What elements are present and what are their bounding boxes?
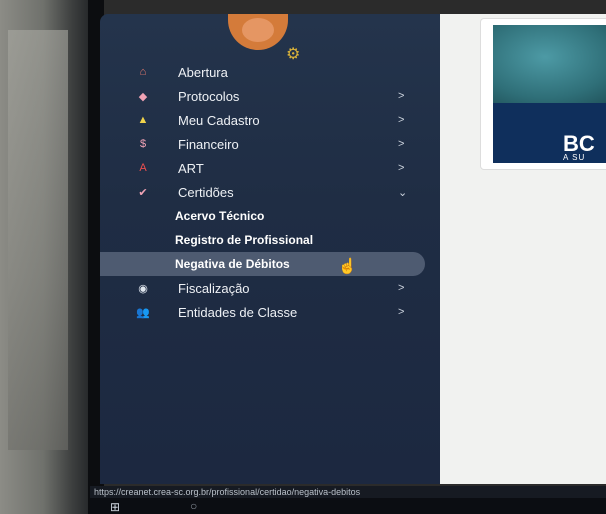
sidebar-item-label: Meu Cadastro — [178, 112, 260, 128]
sidebar-item-abertura[interactable]: ⌂ Abertura — [100, 60, 440, 84]
sidebar-item-label: Abertura — [178, 64, 228, 80]
search-icon[interactable]: ○ — [190, 499, 197, 513]
sidebar-item-certidoes[interactable]: ✔ Certidões ⌄ — [100, 180, 440, 204]
main-content: BC A SU — [440, 14, 606, 484]
sidebar-item-entidades-classe[interactable]: 👥 Entidades de Classe > — [100, 300, 440, 324]
sidebar-subitem-label: Acervo Técnico — [175, 209, 265, 223]
sidebar-item-label: Protocolos — [178, 88, 240, 104]
dollar-icon: $ — [139, 138, 147, 150]
sidebar-subitem-acervo-tecnico[interactable]: Acervo Técnico — [100, 204, 440, 228]
inspection-icon: ◉ — [138, 282, 148, 295]
chevron-right-icon: > — [398, 114, 405, 126]
sidebar-item-label: Certidões — [178, 184, 234, 200]
user-icon: ▲ — [137, 114, 149, 126]
windows-start-icon[interactable]: ⊞ — [110, 500, 122, 514]
sidebar-item-financeiro[interactable]: $ Financeiro > — [100, 132, 440, 156]
chevron-right-icon: > — [398, 90, 405, 102]
sidebar-item-protocolos[interactable]: ◆ Protocolos > — [100, 84, 440, 108]
home-icon: ⌂ — [139, 66, 147, 78]
hand-cursor-icon: ☝ — [338, 258, 357, 275]
sidebar-subitem-registro-profissional[interactable]: Registro de Profissional — [100, 228, 440, 252]
sidebar-item-label: ART — [178, 160, 204, 176]
chevron-right-icon: > — [398, 282, 405, 294]
art-icon: A — [139, 162, 147, 174]
sidebar-item-label: Financeiro — [178, 136, 239, 152]
sidebar-item-meu-cadastro[interactable]: ▲ Meu Cadastro > — [100, 108, 440, 132]
sidebar-subitem-negativa-debitos[interactable]: Negativa de Débitos ☝ — [100, 252, 425, 276]
banner-image — [493, 25, 606, 105]
sidebar-item-art[interactable]: A ART > — [100, 156, 440, 180]
chevron-down-icon: ⌄ — [398, 186, 408, 199]
banner-subtitle: A SU — [563, 153, 586, 162]
wall-area — [8, 30, 68, 450]
layers-icon: ◆ — [138, 90, 148, 103]
chevron-right-icon: > — [398, 138, 405, 150]
chevron-right-icon: > — [398, 306, 405, 318]
taskbar: ⊞ ○ — [90, 498, 606, 514]
sidebar-subitem-label: Registro de Profissional — [175, 233, 314, 247]
sidebar-item-fiscalizacao[interactable]: ◉ Fiscalização > — [100, 276, 440, 300]
photo-background-left — [0, 0, 96, 514]
avatar-face — [242, 18, 274, 42]
promo-banner[interactable]: BC A SU — [480, 18, 606, 170]
group-icon: 👥 — [136, 306, 150, 319]
chevron-right-icon: > — [398, 162, 405, 174]
browser-status-url: https://creanet.crea-sc.org.br/profissio… — [90, 486, 606, 498]
sidebar-item-label: Entidades de Classe — [178, 304, 298, 320]
certificate-icon: ✔ — [138, 186, 148, 199]
sidebar-subitem-label: Negativa de Débitos — [175, 257, 290, 271]
sidebar-menu: ⌂ Abertura ◆ Protocolos > ▲ Meu Cadastro… — [100, 60, 440, 324]
sidebar-item-label: Fiscalização — [178, 280, 250, 296]
